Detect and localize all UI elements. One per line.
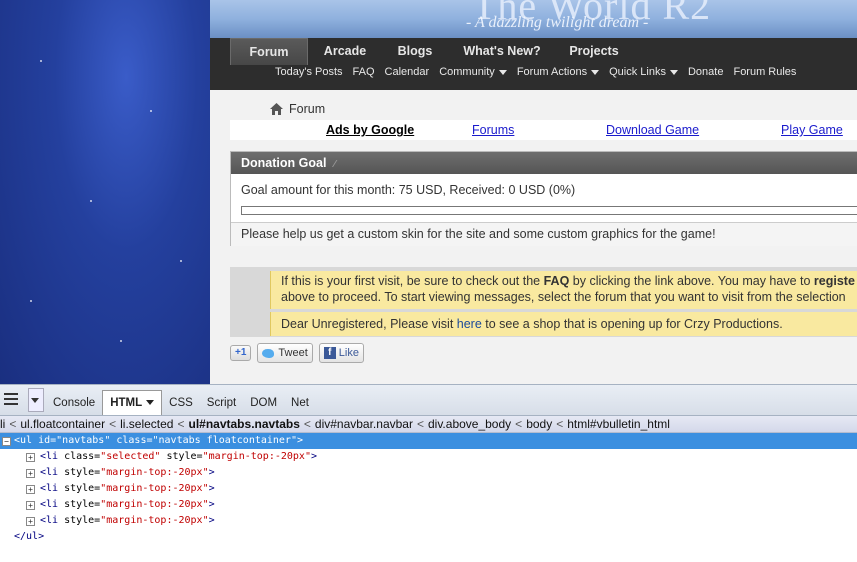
site-banner: The World R2 - A dazzling twilight dream… — [210, 0, 857, 38]
page-content: Forum Ads by Google Forums Download Game… — [210, 90, 857, 384]
ad-bar: Ads by Google Forums Download Game Play … — [230, 120, 857, 140]
donation-progress-bar — [241, 206, 857, 215]
expand-icon[interactable]: + — [26, 517, 35, 526]
chevron-down-icon — [669, 69, 678, 75]
tab-net[interactable]: Net — [284, 393, 316, 413]
social-buttons: +1 Tweet f Like — [230, 343, 364, 363]
banner-subtitle: - A dazzling twilight dream - — [466, 14, 649, 31]
crumb-body[interactable]: body — [526, 417, 552, 431]
tab-console[interactable]: Console — [46, 393, 102, 413]
faq-link[interactable]: FAQ — [544, 274, 570, 288]
tree-node-li[interactable]: + <li style="margin-top:-20px"> — [0, 481, 857, 497]
facebook-like-button[interactable]: f Like — [318, 343, 364, 363]
firebug-dropdown-button[interactable] — [28, 388, 44, 412]
tab-projects[interactable]: Projects — [556, 38, 632, 64]
tab-blogs[interactable]: Blogs — [382, 38, 448, 64]
donation-goal-box: Donation Goal ⁄ Goal amount for this mon… — [230, 151, 857, 246]
page-background — [0, 0, 210, 384]
donation-footer: Please help us get a custom skin for the… — [231, 222, 857, 246]
crumb-li-selected[interactable]: li.selected — [120, 417, 173, 431]
collapse-icon[interactable]: − — [2, 437, 11, 446]
twitter-bird-icon — [262, 348, 275, 358]
notices: If this is your first visit, be sure to … — [230, 267, 857, 337]
tab-dom[interactable]: DOM — [243, 393, 284, 413]
tree-node-closing-ul[interactable]: </ul> — [0, 529, 857, 545]
expand-icon[interactable]: + — [26, 469, 35, 478]
subnav-community[interactable]: Community — [439, 66, 507, 78]
tab-css[interactable]: CSS — [162, 393, 200, 413]
tree-node-li[interactable]: + <li style="margin-top:-20px"> — [0, 497, 857, 513]
crumb-li[interactable]: li — [0, 417, 5, 431]
chevron-down-icon — [31, 398, 39, 403]
subnav-forum-actions[interactable]: Forum Actions — [517, 66, 600, 78]
firebug-panel: Console HTML CSS Script DOM Net li < ul.fl… — [0, 384, 857, 562]
tab-arcade[interactable]: Arcade — [308, 38, 382, 64]
chevron-down-icon — [498, 69, 507, 75]
subnav-donate[interactable]: Donate — [688, 66, 723, 78]
tree-node-li[interactable]: + <li class="selected" style="margin-top:… — [0, 449, 857, 465]
subnav-faq[interactable]: FAQ — [353, 66, 375, 78]
expand-icon[interactable]: + — [26, 485, 35, 494]
donation-goal-text: Goal amount for this month: 75 USD, Rece… — [241, 183, 576, 197]
subnav-todays-posts[interactable]: Today's Posts — [275, 66, 343, 78]
html-tree: − <ul id="navtabs" class="navtabs floatco… — [0, 433, 857, 545]
firebug-menu-icon[interactable] — [4, 393, 18, 405]
chevron-down-icon — [591, 69, 600, 75]
facebook-icon: f — [323, 347, 336, 359]
tweet-button[interactable]: Tweet — [257, 343, 313, 363]
crumb-div-navbar[interactable]: div#navbar.navbar — [315, 417, 413, 431]
google-plus-button[interactable]: +1 — [230, 345, 252, 361]
tree-node-li[interactable]: + <li style="margin-top:-20px"> — [0, 465, 857, 481]
ad-link-forums[interactable]: Forums — [472, 123, 514, 137]
firebug-toolbar: Console HTML CSS Script DOM Net — [0, 384, 857, 416]
ads-by-google-link[interactable]: Ads by Google — [326, 123, 414, 137]
chevron-down-icon[interactable] — [146, 400, 155, 406]
ad-link-play-game[interactable]: Play Game — [781, 123, 843, 137]
expand-icon[interactable]: + — [26, 453, 35, 462]
element-breadcrumbs: li < ul.floatcontainer < li.selected < ul#navt… — [0, 416, 857, 433]
register-link[interactable]: registe — [814, 274, 855, 288]
crumb-div-above-body[interactable]: div.above_body — [428, 417, 511, 431]
tree-node-ul-navtabs[interactable]: − <ul id="navtabs" class="navtabs floatco… — [0, 433, 857, 449]
home-icon[interactable] — [270, 103, 283, 115]
breadcrumb-forum[interactable]: Forum — [289, 102, 325, 116]
breadcrumb: Forum — [270, 102, 325, 116]
shop-here-link[interactable]: here — [457, 317, 482, 331]
tab-html[interactable]: HTML — [102, 390, 163, 415]
tree-node-li[interactable]: + <li style="margin-top:-20px"> — [0, 513, 857, 529]
donation-title: Donation Goal ⁄ — [231, 152, 857, 174]
crumb-ul-navtabs[interactable]: ul#navtabs.navtabs — [189, 417, 300, 431]
tab-script[interactable]: Script — [200, 393, 243, 413]
firebug-tabs: Console HTML CSS Script DOM Net — [46, 390, 316, 415]
expand-icon[interactable]: + — [26, 501, 35, 510]
navbar: Forum Arcade Blogs What's New? Projects … — [210, 38, 857, 90]
subnav-quick-links[interactable]: Quick Links — [609, 66, 678, 78]
shop-notice: Dear Unregistered, Please visit here to … — [270, 312, 857, 336]
tab-forum[interactable]: Forum — [230, 38, 308, 65]
subnav-calendar[interactable]: Calendar — [385, 66, 430, 78]
navtabs: Forum Arcade Blogs What's New? Projects — [230, 38, 632, 65]
welcome-notice: If this is your first visit, be sure to … — [270, 271, 857, 309]
crumb-ul-floatcontainer[interactable]: ul.floatcontainer — [20, 417, 105, 431]
subnav-forum-rules[interactable]: Forum Rules — [733, 66, 796, 78]
crumb-html[interactable]: html#vbulletin_html — [567, 417, 670, 431]
tab-whats-new[interactable]: What's New? — [448, 38, 556, 64]
subnav: Today's Posts FAQ Calendar Community For… — [275, 66, 806, 78]
ad-link-download-game[interactable]: Download Game — [606, 123, 699, 137]
edit-icon[interactable]: ⁄ — [334, 159, 336, 170]
